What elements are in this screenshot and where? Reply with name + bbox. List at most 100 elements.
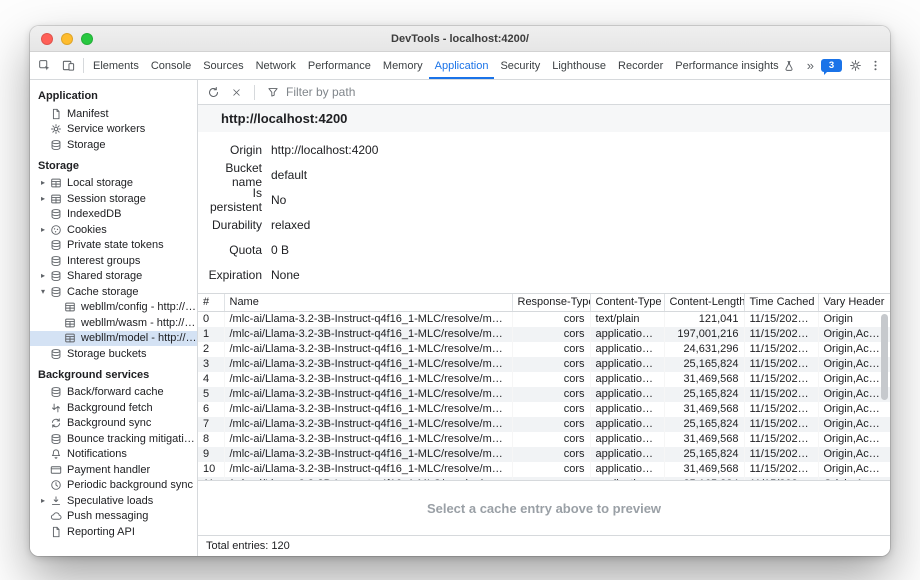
- cell-: 9: [198, 447, 224, 462]
- cell-vary-header: Origin,Access…: [818, 342, 890, 357]
- table-header-row: #NameResponse-TypeContent-TypeContent-Le…: [198, 294, 890, 312]
- kebab-menu-icon[interactable]: [869, 59, 882, 72]
- sidebar-item-storage-buckets[interactable]: Storage buckets: [30, 346, 197, 362]
- sidebar-item-manifest[interactable]: Manifest: [30, 106, 197, 122]
- cell-: 8: [198, 432, 224, 447]
- sidebar-item-label: Push messaging: [67, 510, 148, 522]
- sidebar-item-back-forward-cache[interactable]: Back/forward cache: [30, 385, 197, 401]
- sidebar-item-local-storage[interactable]: ▸Local storage: [30, 176, 197, 192]
- cell-vary-header: Origin,Access…: [818, 387, 890, 402]
- device-toolbar-icon[interactable]: [56, 52, 80, 79]
- table-row[interactable]: 11/mlc-ai/Llama-3.2-3B-Instruct-q4f16_1-…: [198, 477, 890, 480]
- console-message-badge[interactable]: 3: [821, 59, 842, 72]
- cell-content-length: 121,041: [664, 312, 744, 328]
- table-row[interactable]: 1/mlc-ai/Llama-3.2-3B-Instruct-q4f16_1-M…: [198, 327, 890, 342]
- more-tabs-icon[interactable]: »: [807, 59, 814, 72]
- sidebar-item-cache-storage[interactable]: ▾Cache storage: [30, 284, 197, 300]
- sidebar-item-indexeddb[interactable]: IndexedDB: [30, 207, 197, 223]
- column-header-content-type[interactable]: Content-Type: [590, 294, 664, 312]
- table-row[interactable]: 0/mlc-ai/Llama-3.2-3B-Instruct-q4f16_1-M…: [198, 312, 890, 328]
- tab-memory[interactable]: Memory: [377, 52, 429, 79]
- minimize-window-button[interactable]: [61, 33, 73, 45]
- refresh-icon[interactable]: [205, 84, 221, 100]
- table-row[interactable]: 8/mlc-ai/Llama-3.2-3B-Instruct-q4f16_1-M…: [198, 432, 890, 447]
- sidebar-item-session-storage[interactable]: ▸Session storage: [30, 191, 197, 207]
- window-titlebar[interactable]: DevTools - localhost:4200/: [30, 26, 890, 52]
- sidebar-item-shared-storage[interactable]: ▸Shared storage: [30, 269, 197, 285]
- table-icon: [63, 332, 76, 345]
- sidebar-item-interest-groups[interactable]: Interest groups: [30, 253, 197, 269]
- inspect-element-icon[interactable]: [32, 52, 56, 79]
- column-header-vary-header[interactable]: Vary Header: [818, 294, 890, 312]
- settings-gear-icon[interactable]: [849, 59, 862, 72]
- column-header-name[interactable]: Name: [224, 294, 512, 312]
- delete-selected-icon[interactable]: [228, 84, 244, 100]
- table-row[interactable]: 5/mlc-ai/Llama-3.2-3B-Instruct-q4f16_1-M…: [198, 387, 890, 402]
- window-title: DevTools - localhost:4200/: [391, 33, 529, 45]
- zoom-window-button[interactable]: [81, 33, 93, 45]
- tab-performance-insights[interactable]: Performance insights: [669, 52, 800, 79]
- sidebar-item-bounce-tracking-mitigations[interactable]: Bounce tracking mitigations: [30, 431, 197, 447]
- table-row[interactable]: 2/mlc-ai/Llama-3.2-3B-Instruct-q4f16_1-M…: [198, 342, 890, 357]
- cell-content-type: application/oc…: [590, 447, 664, 462]
- cell-content-length: 31,469,568: [664, 372, 744, 387]
- sidebar-item-cookies[interactable]: ▸Cookies: [30, 222, 197, 238]
- table-row[interactable]: 10/mlc-ai/Llama-3.2-3B-Instruct-q4f16_1-…: [198, 462, 890, 477]
- tab-performance[interactable]: Performance: [302, 52, 377, 79]
- tab-recorder[interactable]: Recorder: [612, 52, 669, 79]
- application-sidebar: ApplicationManifestService workersStorag…: [30, 80, 198, 556]
- table-icon: [49, 177, 62, 190]
- cell-: 0: [198, 312, 224, 328]
- cell-response-type: cors: [512, 432, 590, 447]
- cell-vary-header: Origin,Access…: [818, 372, 890, 387]
- sidebar-item-speculative-loads[interactable]: ▸Speculative loads: [30, 493, 197, 509]
- sidebar-item-background-sync[interactable]: Background sync: [30, 416, 197, 432]
- cell-: 3: [198, 357, 224, 372]
- tab-sources[interactable]: Sources: [197, 52, 249, 79]
- column-header-content-length[interactable]: Content-Length: [664, 294, 744, 312]
- sidebar-item-label: Interest groups: [67, 255, 140, 267]
- sidebar-section-title: Application: [30, 83, 197, 106]
- table-scrollbar-thumb[interactable]: [881, 314, 888, 400]
- cell-response-type: cors: [512, 447, 590, 462]
- chevron-right-icon[interactable]: ▸: [38, 497, 48, 505]
- sidebar-item-webllm-wasm-http-loca[interactable]: webllm/wasm - http://loca…: [30, 315, 197, 331]
- table-row[interactable]: 7/mlc-ai/Llama-3.2-3B-Instruct-q4f16_1-M…: [198, 417, 890, 432]
- column-header-time-cached[interactable]: Time Cached: [744, 294, 818, 312]
- cell-: 7: [198, 417, 224, 432]
- sidebar-item-notifications[interactable]: Notifications: [30, 447, 197, 463]
- tab-application[interactable]: Application: [429, 52, 495, 79]
- sidebar-item-storage[interactable]: Storage: [30, 137, 197, 153]
- cell-time-cached: 11/15/2024, 10…: [744, 477, 818, 480]
- sidebar-item-service-workers[interactable]: Service workers: [30, 122, 197, 138]
- sidebar-item-webllm-config-http-loc[interactable]: webllm/config - http://loc…: [30, 300, 197, 316]
- sidebar-item-periodic-background-sync[interactable]: Periodic background sync: [30, 478, 197, 494]
- table-row[interactable]: 3/mlc-ai/Llama-3.2-3B-Instruct-q4f16_1-M…: [198, 357, 890, 372]
- sidebar-item-webllm-model-http-loc[interactable]: webllm/model - http://loc…: [30, 331, 197, 347]
- chevron-right-icon[interactable]: ▸: [38, 195, 48, 203]
- chevron-down-icon[interactable]: ▾: [38, 288, 48, 296]
- chevron-right-icon[interactable]: ▸: [38, 179, 48, 187]
- table-row[interactable]: 4/mlc-ai/Llama-3.2-3B-Instruct-q4f16_1-M…: [198, 372, 890, 387]
- chevron-right-icon[interactable]: ▸: [38, 272, 48, 280]
- sidebar-item-private-state-tokens[interactable]: Private state tokens: [30, 238, 197, 254]
- tab-lighthouse[interactable]: Lighthouse: [546, 52, 612, 79]
- tab-elements[interactable]: Elements: [87, 52, 145, 79]
- sync-icon: [49, 417, 62, 430]
- sidebar-item-background-fetch[interactable]: Background fetch: [30, 400, 197, 416]
- sidebar-item-payment-handler[interactable]: Payment handler: [30, 462, 197, 478]
- column-header-response-type[interactable]: Response-Type: [512, 294, 590, 312]
- close-window-button[interactable]: [41, 33, 53, 45]
- sidebar-item-reporting-api[interactable]: Reporting API: [30, 524, 197, 540]
- column-header-[interactable]: #: [198, 294, 224, 312]
- table-row[interactable]: 6/mlc-ai/Llama-3.2-3B-Instruct-q4f16_1-M…: [198, 402, 890, 417]
- tab-console[interactable]: Console: [145, 52, 197, 79]
- tab-network[interactable]: Network: [250, 52, 302, 79]
- table-row[interactable]: 9/mlc-ai/Llama-3.2-3B-Instruct-q4f16_1-M…: [198, 447, 890, 462]
- meta-value: relaxed: [271, 218, 310, 232]
- filter-by-path-input[interactable]: Filter by path: [265, 84, 355, 100]
- chevron-right-icon[interactable]: ▸: [38, 226, 48, 234]
- sidebar-item-push-messaging[interactable]: Push messaging: [30, 509, 197, 525]
- tab-security[interactable]: Security: [494, 52, 546, 79]
- origin-title: http://localhost:4200: [221, 111, 347, 126]
